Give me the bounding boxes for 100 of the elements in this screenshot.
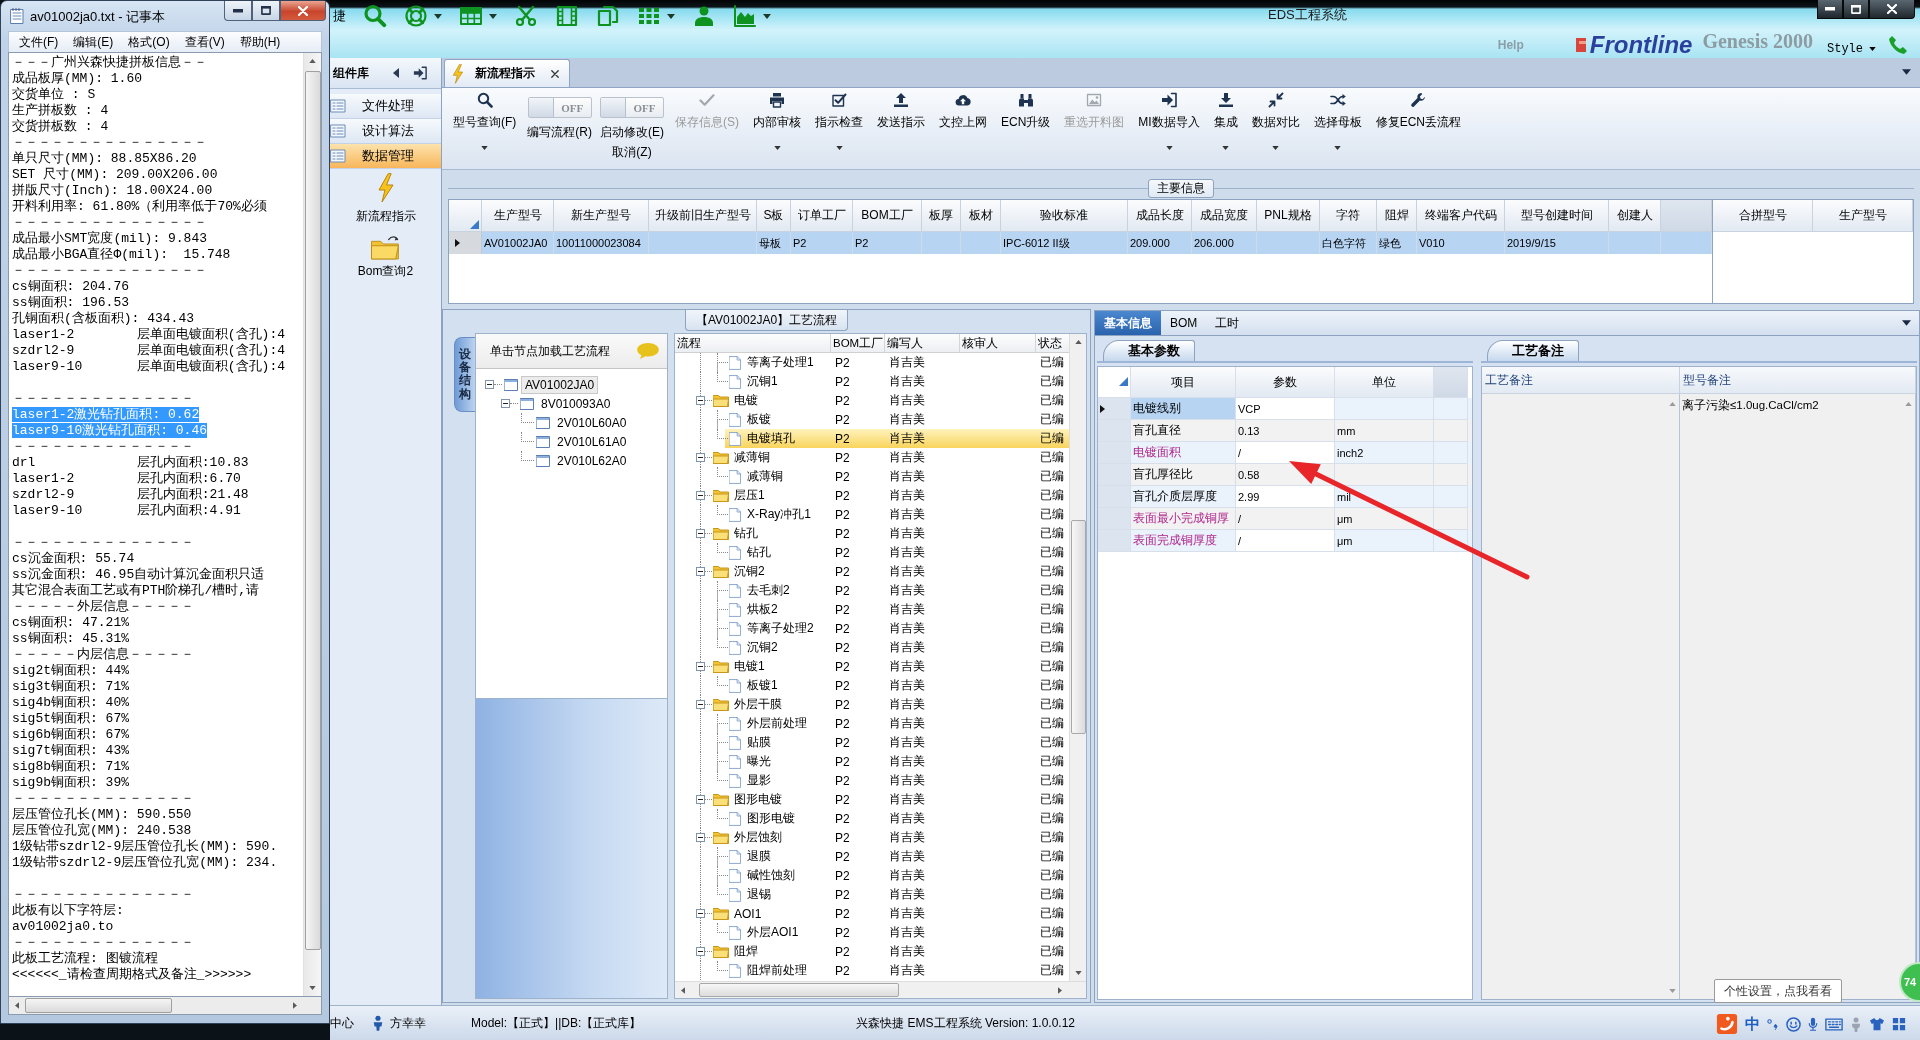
- flow-row[interactable]: 板镀 P2 肖吉美 已编: [675, 410, 1069, 429]
- flow-row[interactable]: 钻孔 P2 肖吉美 已编: [675, 524, 1069, 543]
- flow-row[interactable]: 图形电镀 P2 肖吉美 已编: [675, 790, 1069, 809]
- column-header[interactable]: 成品宽度: [1192, 200, 1257, 232]
- table-row[interactable]: 电镀面积 / inch2: [1098, 442, 1472, 464]
- punctuation-icon[interactable]: [1767, 1018, 1779, 1030]
- column-header[interactable]: 阻焊: [1377, 200, 1417, 232]
- collapse-icon[interactable]: [696, 567, 705, 576]
- ribbon-button[interactable]: 型号查询(F): [446, 88, 524, 154]
- close-button[interactable]: [1869, 0, 1915, 19]
- table-row[interactable]: 电镀线别 VCP: [1098, 398, 1472, 420]
- flow-row[interactable]: AOI1 P2 肖吉美 已编: [675, 904, 1069, 923]
- caret-icon[interactable]: [434, 13, 442, 19]
- scrollbar-thumb[interactable]: [699, 983, 899, 997]
- scrollbar-thumb[interactable]: [1070, 520, 1086, 734]
- flow-row[interactable]: 去毛刺2 P2 肖吉美 已编: [675, 581, 1069, 600]
- table-row[interactable]: AV01002JA0 10011000023084 母板 P2 P2 IPC-6012 II级 209.000 206.000 白色字符 绿色 V010 2019/9/15: [449, 232, 1712, 254]
- row-header[interactable]: [449, 232, 482, 254]
- column-header[interactable]: 生产型号: [1813, 200, 1913, 232]
- shirt-icon[interactable]: [1869, 1017, 1885, 1031]
- collapse-icon[interactable]: [696, 453, 705, 462]
- column-header[interactable]: 项目: [1131, 367, 1236, 398]
- column-header[interactable]: 订单工厂: [791, 200, 853, 232]
- flow-row[interactable]: 减薄铜 P2 肖吉美 已编: [675, 448, 1069, 467]
- flow-row[interactable]: 烘板2 P2 肖吉美 已编: [675, 600, 1069, 619]
- flow-row[interactable]: 碱性蚀刻 P2 肖吉美 已编: [675, 866, 1069, 885]
- flow-row[interactable]: 曝光 P2 肖吉美 已编: [675, 752, 1069, 771]
- column-header[interactable]: 型号备注: [1680, 367, 1916, 394]
- style-menu[interactable]: Style: [1827, 42, 1876, 56]
- ribbon-button[interactable]: 文控上网: [932, 88, 994, 154]
- ribbon-button[interactable]: 数据对比: [1244, 88, 1307, 154]
- minimize-button[interactable]: [1817, 0, 1843, 19]
- shortcut-button[interactable]: Bom查询2: [330, 229, 441, 280]
- phone-icon[interactable]: [1888, 35, 1908, 55]
- caret-icon[interactable]: [1902, 320, 1911, 326]
- scissors-icon[interactable]: [514, 4, 538, 28]
- tab[interactable]: 基本信息: [1095, 311, 1161, 335]
- column-header[interactable]: 验收标准: [1001, 200, 1128, 232]
- flow-row[interactable]: 显影 P2 肖吉美 已编: [675, 771, 1069, 790]
- menu-item[interactable]: 查看(V): [177, 33, 232, 51]
- flow-row[interactable]: 沉铜2 P2 肖吉美 已编: [675, 562, 1069, 581]
- column-header[interactable]: 工艺备注: [1482, 367, 1680, 394]
- collapse-icon[interactable]: [696, 795, 705, 804]
- maximize-button[interactable]: [252, 1, 280, 21]
- collapse-icon[interactable]: [696, 396, 705, 405]
- caret-icon[interactable]: [1902, 69, 1911, 75]
- caret-icon[interactable]: [763, 13, 771, 19]
- tab[interactable]: 工艺备注: [1487, 340, 1579, 361]
- column-header[interactable]: 流程: [675, 334, 831, 352]
- flow-row[interactable]: 层压1 P2 肖吉美 已编: [675, 486, 1069, 505]
- flow-row[interactable]: 沉铜1 P2 肖吉美 已编: [675, 372, 1069, 391]
- column-header[interactable]: 成品长度: [1128, 200, 1192, 232]
- collapse-icon[interactable]: [696, 529, 705, 538]
- menu-item[interactable]: 文件(F): [12, 33, 66, 51]
- flow-row[interactable]: 沉铜2 P2 肖吉美 已编: [675, 638, 1069, 657]
- flow-row[interactable]: 贴膜 P2 肖吉美 已编: [675, 733, 1069, 752]
- column-header[interactable]: BOM工厂: [853, 200, 922, 232]
- column-header[interactable]: 终端客户代码: [1417, 200, 1505, 232]
- input-mode[interactable]: 中: [1745, 1014, 1760, 1034]
- document-tab[interactable]: 新流程指示: [444, 59, 570, 87]
- tree-node[interactable]: 8V010093A0: [537, 394, 615, 413]
- toggle-label[interactable]: 启动修改(E): [600, 124, 664, 141]
- flow-row[interactable]: 外层前处理 P2 肖吉美 已编: [675, 714, 1069, 733]
- column-header[interactable]: 核审人: [960, 334, 1036, 352]
- collapse-icon[interactable]: [696, 700, 705, 709]
- column-header[interactable]: 型号创建时间: [1505, 200, 1609, 232]
- column-header[interactable]: 单位: [1335, 367, 1434, 398]
- film-strip-icon[interactable]: [555, 4, 579, 28]
- ribbon-button[interactable]: 发送指示: [870, 88, 932, 154]
- tab[interactable]: 基本参数: [1103, 340, 1195, 361]
- column-header[interactable]: 编写人: [885, 334, 960, 352]
- tree-node[interactable]: 2V010L60A0: [553, 413, 631, 432]
- smiley-icon[interactable]: [1786, 1016, 1801, 1032]
- tree-node[interactable]: 2V010L62A0: [553, 451, 631, 470]
- flow-row[interactable]: 外层AOI1 P2 肖吉美 已编: [675, 923, 1069, 942]
- column-header[interactable]: 参数: [1236, 367, 1335, 398]
- collapse-icon[interactable]: [485, 380, 494, 389]
- panel-item[interactable]: 数据管理: [330, 144, 441, 169]
- area-chart-icon[interactable]: [733, 4, 757, 28]
- collapse-icon[interactable]: [696, 833, 705, 842]
- column-header[interactable]: 新生产型号: [554, 200, 649, 232]
- flow-row[interactable]: 图形电镀 P2 肖吉美 已编: [675, 809, 1069, 828]
- flow-row[interactable]: 钻孔 P2 肖吉美 已编: [675, 543, 1069, 562]
- caret-icon[interactable]: [489, 13, 497, 19]
- horizontal-scrollbar[interactable]: [8, 997, 322, 1015]
- table-row[interactable]: 表面最小完成铜厚 / μm: [1098, 508, 1472, 530]
- close-icon[interactable]: [551, 69, 559, 78]
- cancel-button[interactable]: 取消(Z): [612, 144, 652, 161]
- tab[interactable]: BOM: [1161, 311, 1207, 335]
- collapse-icon[interactable]: [696, 662, 705, 671]
- ribbon-button[interactable]: MI数据导入: [1131, 88, 1207, 154]
- ribbon-button[interactable]: ECN升级: [994, 88, 1058, 154]
- flow-row[interactable]: 等离子处理2 P2 肖吉美 已编: [675, 619, 1069, 638]
- flow-row[interactable]: 外层蚀刻 P2 肖吉美 已编: [675, 828, 1069, 847]
- tree-node[interactable]: AV01002JA0: [521, 375, 599, 394]
- column-header[interactable]: S板: [757, 200, 791, 232]
- column-header[interactable]: 升级前旧生产型号: [649, 200, 757, 232]
- shortcut-button[interactable]: 新流程指示: [330, 173, 441, 225]
- panel-item[interactable]: 文件处理: [330, 94, 441, 119]
- table-icon[interactable]: [459, 4, 483, 28]
